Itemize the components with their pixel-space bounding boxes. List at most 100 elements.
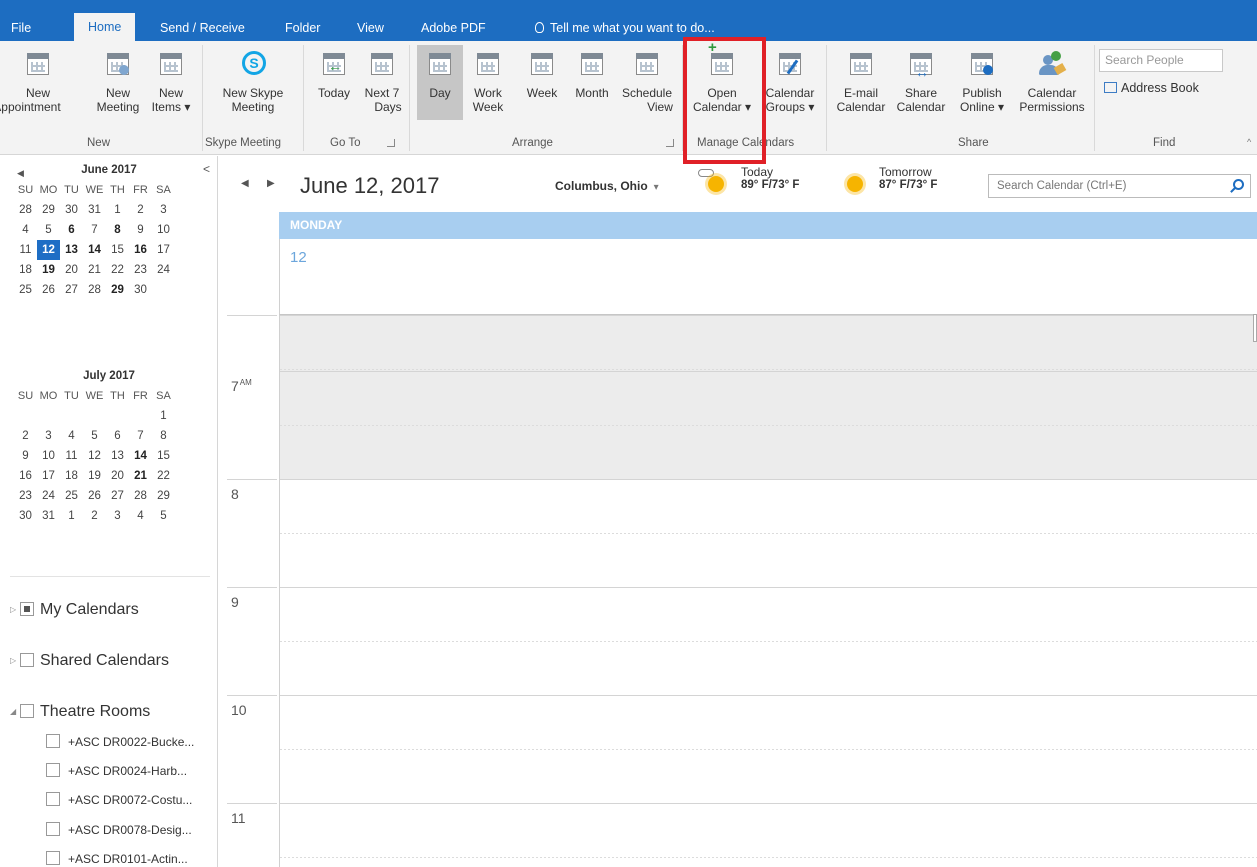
date-cell[interactable]: 31 — [83, 200, 106, 220]
room-checkbox[interactable] — [46, 792, 60, 806]
date-cell[interactable]: 28 — [14, 200, 37, 220]
my-calendars-checkbox[interactable] — [20, 602, 34, 616]
calendar-permissions-button[interactable]: Calendar Permissions — [1013, 49, 1091, 114]
search-icon[interactable] — [1233, 179, 1244, 190]
previous-day-icon[interactable]: ◀ — [241, 178, 249, 189]
date-cell[interactable] — [106, 406, 129, 426]
scrollbar-thumb[interactable] — [1253, 314, 1257, 342]
date-cell[interactable]: 4 — [60, 426, 83, 446]
date-cell[interactable]: 26 — [83, 486, 106, 506]
room-checkbox[interactable] — [46, 822, 60, 836]
expand-arrow-icon[interactable]: ▷ — [10, 605, 20, 614]
next-7-days-button[interactable]: Next 7 Days — [359, 49, 405, 114]
date-cell[interactable]: 1 — [106, 200, 129, 220]
date-cell[interactable]: 8 — [106, 220, 129, 240]
folder-my-calendars[interactable]: ▷ My Calendars — [10, 601, 139, 619]
date-cell[interactable]: 25 — [14, 280, 37, 300]
room-checkbox[interactable] — [46, 734, 60, 748]
date-cell[interactable]: 4 — [14, 220, 37, 240]
tab-send-receive[interactable]: Send / Receive — [160, 15, 245, 41]
email-calendar-button[interactable]: E-mail Calendar — [831, 49, 891, 114]
date-cell[interactable]: 22 — [152, 466, 175, 486]
shared-calendars-checkbox[interactable] — [20, 653, 34, 667]
date-cell[interactable]: 14 — [83, 240, 106, 260]
calendar-groups-button[interactable]: Calendar Groups ▾ — [759, 49, 821, 114]
date-cell[interactable]: 23 — [14, 486, 37, 506]
date-cell[interactable]: 3 — [106, 506, 129, 526]
date-cell[interactable]: 10 — [37, 446, 60, 466]
time-grid[interactable] — [279, 315, 1257, 867]
tab-file[interactable]: File — [11, 15, 31, 41]
date-cell[interactable]: 27 — [106, 486, 129, 506]
new-meeting-button[interactable]: New Meeting — [90, 49, 146, 114]
schedule-view-button[interactable]: Schedule View — [618, 49, 676, 114]
date-cell[interactable]: 5 — [152, 506, 175, 526]
date-cell[interactable] — [37, 406, 60, 426]
date-cell[interactable] — [152, 280, 175, 300]
date-cell[interactable]: 28 — [129, 486, 152, 506]
date-cell[interactable]: 18 — [60, 466, 83, 486]
date-cell[interactable]: 7 — [83, 220, 106, 240]
date-cell[interactable]: 17 — [152, 240, 175, 260]
room-calendar-item[interactable]: +ASC DR0072-Costu... — [46, 792, 192, 807]
date-cell[interactable]: 1 — [60, 506, 83, 526]
month-view-button[interactable]: Month — [567, 49, 617, 100]
date-cell[interactable]: 21 — [129, 466, 152, 486]
date-cell[interactable]: 21 — [83, 260, 106, 280]
date-cell[interactable]: 16 — [14, 466, 37, 486]
tab-view[interactable]: View — [357, 15, 384, 41]
date-cell[interactable]: 11 — [60, 446, 83, 466]
folder-theatre-rooms[interactable]: ◢ Theatre Rooms — [10, 703, 150, 721]
date-cell[interactable] — [60, 406, 83, 426]
collapse-arrow-icon[interactable]: ◢ — [10, 707, 20, 716]
search-calendar-input[interactable]: Search Calendar (Ctrl+E) — [988, 174, 1251, 198]
date-cell[interactable]: 11 — [14, 240, 37, 260]
goto-dialog-launcher-icon[interactable] — [387, 139, 395, 147]
collapse-ribbon-icon[interactable]: ^ — [1247, 137, 1251, 147]
date-cell[interactable]: 19 — [83, 466, 106, 486]
date-cell[interactable]: 29 — [106, 280, 129, 300]
date-cell[interactable]: 31 — [37, 506, 60, 526]
weather-location-dropdown[interactable]: Columbus, Ohio ▾ — [555, 179, 659, 193]
date-cell[interactable]: 10 — [152, 220, 175, 240]
date-cell[interactable]: 6 — [60, 220, 83, 240]
work-week-button[interactable]: Work Week — [468, 49, 508, 114]
date-cell[interactable]: 24 — [152, 260, 175, 280]
address-book-button[interactable]: Address Book — [1104, 81, 1199, 95]
new-appointment-button[interactable]: New Appointment — [0, 49, 68, 114]
date-cell[interactable]: 6 — [106, 426, 129, 446]
date-cell[interactable]: 17 — [37, 466, 60, 486]
day-view-button[interactable]: Day — [417, 45, 463, 120]
date-cell[interactable]: 15 — [106, 240, 129, 260]
date-cell[interactable]: 2 — [83, 506, 106, 526]
date-cell[interactable]: 13 — [60, 240, 83, 260]
date-cell[interactable]: 20 — [106, 466, 129, 486]
date-cell[interactable]: 30 — [129, 280, 152, 300]
room-calendar-item[interactable]: +ASC DR0022-Bucke... — [46, 734, 194, 749]
date-cell[interactable]: 30 — [60, 200, 83, 220]
room-checkbox[interactable] — [46, 851, 60, 865]
room-calendar-item[interactable]: +ASC DR0101-Actin... — [46, 851, 188, 866]
date-cell[interactable]: 14 — [129, 446, 152, 466]
new-skype-meeting-button[interactable]: S New Skype Meeting — [212, 49, 294, 114]
search-people-input[interactable]: Search People — [1099, 49, 1223, 72]
all-day-area[interactable] — [279, 239, 1257, 315]
date-cell[interactable]: 15 — [152, 446, 175, 466]
date-cell[interactable]: 3 — [152, 200, 175, 220]
tab-home[interactable]: Home — [74, 13, 136, 41]
theatre-rooms-checkbox[interactable] — [20, 704, 34, 718]
date-cell[interactable]: 27 — [60, 280, 83, 300]
share-calendar-button[interactable]: ↔ Share Calendar — [893, 49, 949, 114]
tab-folder[interactable]: Folder — [285, 15, 320, 41]
selected-date-cell[interactable]: 12 — [37, 240, 60, 260]
date-cell[interactable]: 1 — [152, 406, 175, 426]
date-cell[interactable]: 5 — [83, 426, 106, 446]
week-view-button[interactable]: Week — [520, 49, 564, 100]
date-cell[interactable]: 23 — [129, 260, 152, 280]
date-cell[interactable]: 29 — [152, 486, 175, 506]
arrange-dialog-launcher-icon[interactable] — [666, 139, 674, 147]
date-cell[interactable] — [129, 406, 152, 426]
folder-shared-calendars[interactable]: ▷ Shared Calendars — [10, 652, 169, 670]
date-cell[interactable]: 16 — [129, 240, 152, 260]
date-cell[interactable]: 18 — [14, 260, 37, 280]
